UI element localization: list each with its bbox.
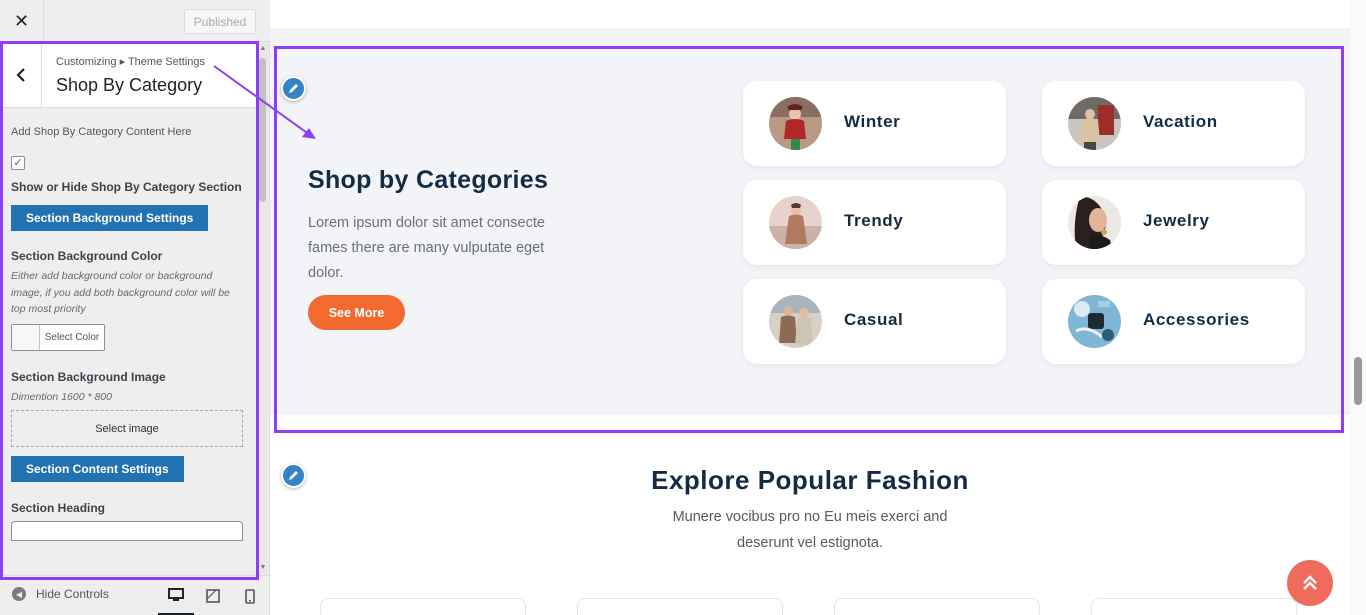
customizer-app: ✕ Published Customizing ▸ Theme Settings…: [0, 0, 1366, 615]
annotation-arrow: [213, 65, 316, 139]
